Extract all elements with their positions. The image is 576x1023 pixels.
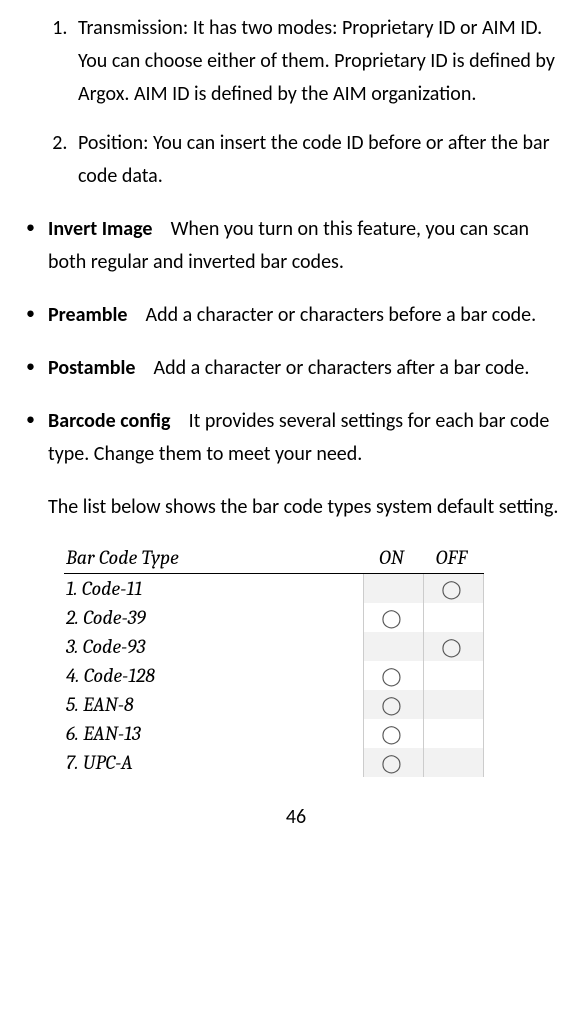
row-label: 2. Code-39 bbox=[64, 603, 364, 632]
barcode-table: Bar Code Type ON OFF 1. Code-11◯2. Code-… bbox=[64, 542, 484, 777]
row-label: 5. EAN-8 bbox=[64, 690, 364, 719]
list-item: Preamble Add a character or characters b… bbox=[24, 299, 568, 332]
table-row: 4. Code-128 ◯ bbox=[64, 661, 484, 690]
list-item: Barcode config It provides several setti… bbox=[24, 405, 568, 471]
row-on: ◯ bbox=[364, 690, 424, 719]
list-item: Postamble Add a character or characters … bbox=[24, 352, 568, 385]
table-intro: The list below shows the bar code types … bbox=[48, 491, 568, 524]
circle-icon: ◯ bbox=[381, 724, 401, 745]
table-row: 3. Code-93 ◯ bbox=[64, 632, 484, 661]
term-desc: Add a character or characters before a b… bbox=[146, 303, 537, 327]
term-desc: Add a character or characters after a ba… bbox=[154, 356, 530, 380]
col-header-off: OFF bbox=[424, 542, 484, 574]
circle-icon: ◯ bbox=[381, 753, 401, 774]
bulleted-list: Invert Image When you turn on this featu… bbox=[24, 213, 568, 471]
table-row: 1. Code-11 ◯ bbox=[64, 574, 484, 604]
row-off bbox=[424, 690, 484, 719]
list-item: Transmission: It has two modes: Propriet… bbox=[72, 12, 568, 111]
row-on bbox=[364, 574, 424, 604]
row-label: 7. UPC-A bbox=[64, 748, 364, 777]
page-number: 46 bbox=[24, 805, 568, 829]
row-on bbox=[364, 632, 424, 661]
row-off: ◯ bbox=[424, 632, 484, 661]
circle-icon: ◯ bbox=[381, 608, 401, 629]
row-off bbox=[424, 719, 484, 748]
term-postamble: Postamble bbox=[48, 356, 135, 380]
row-on: ◯ bbox=[364, 661, 424, 690]
numbered-list: Transmission: It has two modes: Propriet… bbox=[24, 12, 568, 193]
term-invert-image: Invert Image bbox=[48, 217, 153, 241]
row-label: 6. EAN-13 bbox=[64, 719, 364, 748]
row-on: ◯ bbox=[364, 603, 424, 632]
col-header-type: Bar Code Type bbox=[64, 542, 364, 574]
col-header-on: ON bbox=[364, 542, 424, 574]
list-item: Position: You can insert the code ID bef… bbox=[72, 127, 568, 193]
circle-icon: ◯ bbox=[381, 695, 401, 716]
row-off bbox=[424, 661, 484, 690]
circle-icon: ◯ bbox=[381, 666, 401, 687]
circle-icon: ◯ bbox=[441, 637, 461, 658]
table-row: 5. EAN-8 ◯ bbox=[64, 690, 484, 719]
list-item: Invert Image When you turn on this featu… bbox=[24, 213, 568, 279]
row-label: 1. Code-11 bbox=[64, 574, 364, 604]
term-barcode-config: Barcode config bbox=[48, 409, 170, 433]
table-row: 2. Code-39 ◯ bbox=[64, 603, 484, 632]
row-on: ◯ bbox=[364, 719, 424, 748]
table-row: 7. UPC-A ◯ bbox=[64, 748, 484, 777]
circle-icon: ◯ bbox=[441, 579, 461, 600]
row-label: 3. Code-93 bbox=[64, 632, 364, 661]
term-preamble: Preamble bbox=[48, 303, 127, 327]
row-off bbox=[424, 748, 484, 777]
row-off bbox=[424, 603, 484, 632]
table-row: 6. EAN-13 ◯ bbox=[64, 719, 484, 748]
row-on: ◯ bbox=[364, 748, 424, 777]
row-off: ◯ bbox=[424, 574, 484, 604]
row-label: 4. Code-128 bbox=[64, 661, 364, 690]
